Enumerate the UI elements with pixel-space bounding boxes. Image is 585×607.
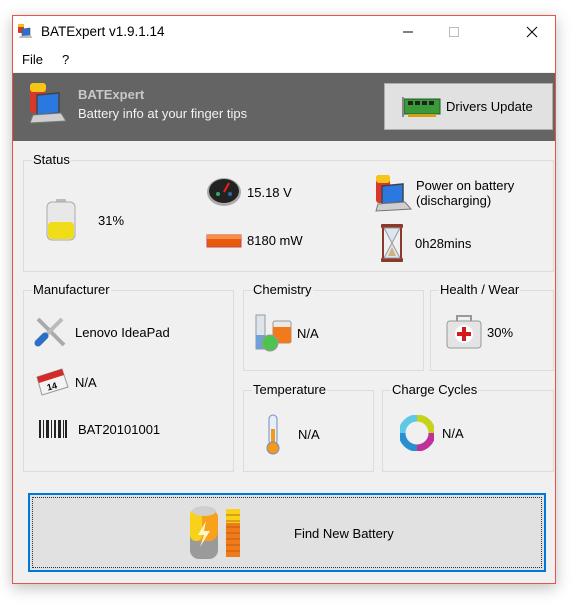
charge-level: 31% [44, 198, 124, 242]
manufacturer-title: Manufacturer [32, 282, 111, 297]
minimize-button[interactable] [385, 16, 431, 47]
health-title: Health / Wear [439, 282, 521, 297]
close-icon [526, 26, 538, 37]
battery-charge-icon [190, 506, 240, 559]
cycles-group: Charge Cycles N/A [382, 383, 554, 472]
close-button[interactable] [509, 16, 555, 47]
circuit-board-icon [402, 96, 441, 117]
power-draw: 8180 mW [206, 233, 303, 248]
status-group: Status 31% 15.18 V 8180 mW Power on batt… [23, 153, 554, 272]
cycles-value: N/A [442, 425, 464, 441]
drivers-update-button[interactable]: Drivers Update [384, 83, 553, 130]
temperature-group: Temperature N/A [243, 383, 374, 472]
barcode-icon [39, 420, 67, 438]
status-title: Status [32, 152, 71, 167]
temperature-title: Temperature [252, 382, 327, 397]
health-item: 30% [445, 313, 513, 351]
menu-file[interactable]: File [22, 52, 43, 67]
laptop-battery-icon [29, 83, 67, 124]
app-icon [18, 24, 32, 38]
chemistry-title: Chemistry [252, 282, 313, 297]
power-value: 8180 mW [247, 233, 303, 248]
manufacturer-name: Lenovo IdeaPad [34, 315, 170, 349]
banner-subtitle: Battery info at your finger tips [78, 106, 248, 121]
temperature-item: N/A [264, 413, 320, 455]
gauge-icon [207, 178, 241, 206]
battery-level-icon [46, 199, 76, 241]
health-value: 30% [487, 324, 514, 340]
find-new-battery-button[interactable]: Find New Battery [28, 493, 546, 572]
manufacturer-value: Lenovo IdeaPad [75, 324, 170, 340]
drivers-update-label: Drivers Update [446, 99, 533, 114]
cycles-item: N/A [400, 415, 464, 451]
laptop-battery-icon [375, 175, 413, 212]
first-aid-kit-icon [446, 315, 482, 349]
calendar-icon: 14 [36, 368, 69, 396]
date-value: N/A [75, 374, 97, 390]
minimize-icon [403, 31, 413, 32]
voltage-value: 15.18 V [247, 184, 292, 200]
thermometer-icon [266, 414, 280, 455]
chemistry-flask-icon [255, 314, 292, 352]
hourglass-icon [381, 224, 403, 262]
menu-help[interactable]: ? [62, 52, 69, 67]
time-remaining-value: 0h28mins [415, 235, 472, 251]
cycles-title: Charge Cycles [391, 382, 479, 397]
temperature-value: N/A [298, 426, 320, 442]
manufacture-date: 14 N/A [34, 365, 97, 399]
maximize-button[interactable] [431, 16, 477, 47]
find-new-battery-label: Find New Battery [294, 526, 394, 541]
charge-percent: 31% [98, 212, 125, 228]
app-window: BATExpert v1.9.1.14 File ? BATExpert Bat… [12, 15, 556, 584]
menu-bar: File ? [13, 47, 555, 72]
power-source: Power on battery (discharging) [373, 174, 514, 212]
title-bar: BATExpert v1.9.1.14 [13, 16, 555, 47]
serial-number: BAT20101001 [38, 418, 160, 440]
banner-title: BATExpert [78, 87, 145, 102]
power-bar-icon [206, 234, 242, 247]
chemistry-group: Chemistry N/A [243, 283, 424, 371]
voltage: 15.18 V [206, 176, 292, 208]
time-remaining: 0h28mins [379, 223, 471, 263]
chemistry-item: N/A [253, 313, 319, 353]
header-banner: BATExpert Battery info at your finger ti… [13, 73, 555, 141]
window-title: BATExpert v1.9.1.14 [41, 24, 165, 39]
health-group: Health / Wear 30% [430, 283, 554, 371]
maximize-icon [449, 26, 459, 37]
serial-value: BAT20101001 [78, 421, 161, 437]
chemistry-value: N/A [297, 325, 319, 341]
cycle-arrows-icon [400, 415, 434, 451]
tools-icon [34, 317, 66, 347]
power-source-value: Power on battery (discharging) [416, 178, 515, 208]
manufacturer-group: Manufacturer Lenovo IdeaPad 14 N/A BAT20… [23, 283, 234, 472]
focus-rectangle [32, 497, 542, 568]
